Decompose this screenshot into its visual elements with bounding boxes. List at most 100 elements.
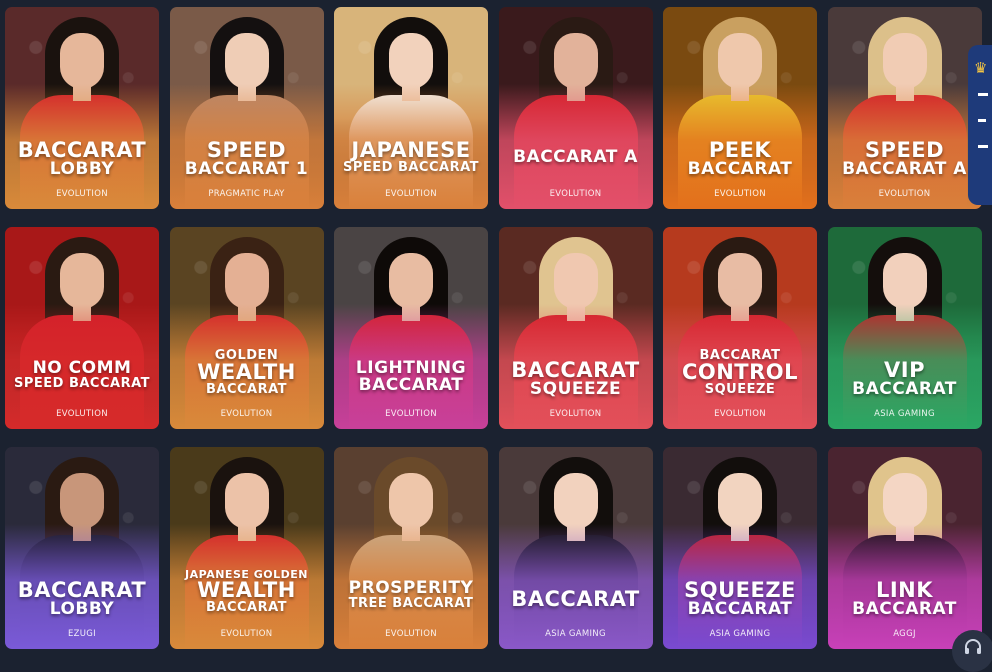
game-title: JAPANESE GOLDEN WEALTH BACCARAT: [170, 569, 324, 614]
game-provider: EVOLUTION: [385, 409, 437, 419]
game-title-line: SPEED BACCARAT: [13, 376, 150, 391]
game-card[interactable]: JAPANESE GOLDEN WEALTH BACCARAT EVOLUTION: [169, 447, 324, 649]
game-title: LINK BACCARAT: [828, 580, 982, 618]
game-thumbnail: [334, 7, 488, 209]
game-thumbnail: [169, 227, 324, 429]
game-title-line: PEEK: [708, 138, 772, 162]
game-title: SPEED BACCARAT 1: [170, 140, 324, 178]
game-title: BACCARAT CONTROL SQUEEZE: [663, 349, 817, 396]
game-title-line: LOBBY: [49, 599, 115, 619]
game-title-line: WEALTH: [197, 360, 296, 384]
game-card[interactable]: SPEED BACCARAT 1 PRAGMATIC PLAY: [169, 7, 324, 209]
game-title-line: WEALTH: [197, 578, 296, 602]
game-title: BACCARAT LOBBY: [5, 580, 159, 618]
game-title-line: BACCARAT: [358, 375, 464, 395]
game-thumbnail: [169, 447, 324, 649]
game-provider: EVOLUTION: [385, 189, 437, 199]
game-provider: EVOLUTION: [549, 189, 602, 199]
game-thumbnail: [498, 447, 653, 649]
game-thumbnail: [663, 227, 817, 429]
game-title-line: CONTROL: [681, 360, 799, 384]
game-card[interactable]: LINK BACCARAT AGGJ: [827, 447, 982, 649]
game-title: SQUEEZE BACCARAT: [663, 580, 817, 618]
support-button[interactable]: [952, 630, 992, 672]
game-card[interactable]: PROSPERITY TREE BACCARAT EVOLUTION: [334, 447, 488, 649]
game-title: BACCARAT LOBBY: [5, 140, 159, 178]
crown-icon: ♛: [974, 59, 988, 77]
game-title-line: VIP: [884, 358, 925, 382]
game-title: BACCARAT SQUEEZE: [499, 360, 653, 398]
game-provider: ASIA GAMING: [709, 629, 771, 639]
game-title-line: BACCARAT 1: [184, 159, 309, 179]
game-title-line: SPEED: [864, 138, 945, 162]
game-title-line: SPEED: [206, 138, 287, 162]
game-title-line: SQUEEZE: [529, 379, 622, 399]
vip-side-tab[interactable]: ♛: [968, 45, 992, 205]
game-title-line: JAPANESE: [351, 138, 471, 162]
game-provider: EZUGI: [67, 629, 96, 639]
headset-icon: [965, 639, 981, 654]
game-title-line: BACCARAT A: [842, 159, 967, 179]
game-card[interactable]: PEEK BACCARAT EVOLUTION: [663, 7, 817, 209]
game-title-line: BACCARAT: [687, 599, 793, 619]
game-provider: EVOLUTION: [56, 409, 108, 419]
game-card[interactable]: BACCARAT CONTROL SQUEEZE EVOLUTION: [663, 227, 817, 429]
game-title-line: BACCARAT: [687, 159, 793, 179]
game-card[interactable]: BACCARAT SQUEEZE EVOLUTION: [498, 227, 653, 429]
game-title-line: BACCARAT: [17, 138, 147, 162]
game-card[interactable]: BACCARAT ASIA GAMING: [498, 447, 653, 649]
game-thumbnail: [334, 227, 488, 429]
game-title: PEEK BACCARAT: [663, 140, 817, 178]
game-card[interactable]: NO COMM SPEED BACCARAT EVOLUTION: [5, 227, 159, 429]
game-title: BACCARAT A: [499, 149, 653, 166]
game-title-line: BACCARAT: [17, 578, 147, 602]
game-title: JAPANESE SPEED BACCARAT: [334, 138, 488, 175]
game-title-line: TREE BACCARAT: [348, 596, 474, 611]
game-card[interactable]: JAPANESE SPEED BACCARAT EVOLUTION: [334, 7, 488, 209]
game-title-line: LOBBY: [49, 159, 115, 179]
game-card[interactable]: BACCARAT LOBBY EVOLUTION: [5, 7, 159, 209]
game-card[interactable]: BACCARAT LOBBY EZUGI: [5, 447, 159, 649]
game-title-line: SQUEEZE: [704, 382, 776, 397]
game-title: VIP BACCARAT: [828, 360, 982, 398]
game-title-line: NO COMM: [32, 358, 132, 378]
game-grid: BACCARAT LOBBY EVOLUTION SPEED BACCARAT 1 PRA…: [5, 7, 982, 649]
game-title: GOLDEN WEALTH BACCARAT: [170, 349, 324, 396]
game-provider: EVOLUTION: [878, 189, 931, 199]
game-title-line: BACCARAT: [852, 379, 957, 399]
game-title-line: BACCARAT A: [513, 147, 638, 167]
game-thumbnail: [334, 447, 488, 649]
game-provider: EVOLUTION: [56, 189, 108, 199]
game-thumbnail: [5, 227, 159, 429]
game-title-line: BACCARAT: [511, 587, 640, 611]
game-title: SPEED BACCARAT A: [828, 140, 982, 178]
game-provider: ASIA GAMING: [545, 629, 606, 639]
game-title-line: BACCARAT: [511, 358, 640, 382]
game-provider: EVOLUTION: [714, 409, 766, 419]
game-title-line: BACCARAT: [852, 599, 957, 619]
game-thumbnail: [498, 7, 653, 209]
game-title-line: SQUEEZE: [684, 578, 796, 602]
game-title: PROSPERITY TREE BACCARAT: [334, 578, 488, 611]
game-title-line: BACCARAT: [205, 600, 288, 615]
game-provider: EVOLUTION: [220, 629, 273, 639]
game-title-line: PROSPERITY: [348, 578, 474, 598]
game-title: LIGHTNING BACCARAT: [334, 360, 488, 394]
game-title: BACCARAT: [499, 589, 653, 610]
game-title-line: BACCARAT: [205, 382, 288, 397]
game-provider: EVOLUTION: [220, 409, 273, 419]
game-card[interactable]: SQUEEZE BACCARAT ASIA GAMING: [663, 447, 817, 649]
game-card[interactable]: SPEED BACCARAT A EVOLUTION: [827, 7, 982, 209]
game-title-line: SPEED BACCARAT: [342, 160, 479, 175]
game-card[interactable]: LIGHTNING BACCARAT EVOLUTION: [334, 227, 488, 429]
game-card[interactable]: GOLDEN WEALTH BACCARAT EVOLUTION: [169, 227, 324, 429]
game-title-line: LINK: [875, 578, 934, 602]
game-provider: EVOLUTION: [385, 629, 437, 639]
game-card[interactable]: BACCARAT A EVOLUTION: [498, 7, 653, 209]
game-provider: PRAGMATIC PLAY: [208, 189, 285, 199]
game-provider: ASIA GAMING: [874, 409, 935, 419]
game-provider: EVOLUTION: [714, 189, 766, 199]
game-card[interactable]: VIP BACCARAT ASIA GAMING: [827, 227, 982, 429]
game-title: NO COMM SPEED BACCARAT: [5, 358, 159, 391]
game-provider: EVOLUTION: [549, 409, 602, 419]
